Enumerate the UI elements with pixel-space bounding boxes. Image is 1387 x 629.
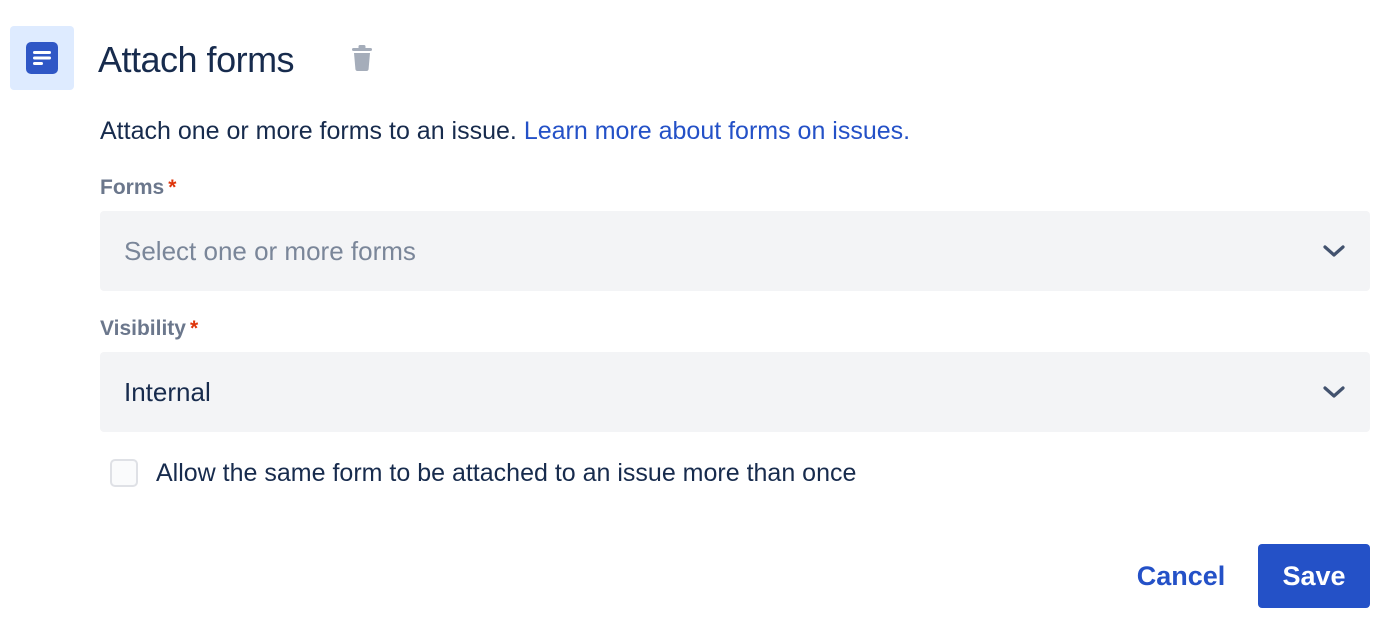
attach-forms-panel: Attach forms Attach one or more forms to… (0, 0, 1387, 629)
description: Attach one or more forms to an issue. Le… (100, 114, 910, 148)
forms-label: Forms * (100, 175, 176, 201)
cancel-button[interactable]: Cancel (1118, 544, 1244, 608)
forms-select-placeholder: Select one or more forms (124, 236, 416, 266)
save-button[interactable]: Save (1258, 544, 1370, 608)
allow-multiple-label[interactable]: Allow the same form to be attached to an… (156, 456, 856, 490)
allow-multiple-checkbox[interactable] (110, 459, 138, 487)
visibility-select[interactable]: Internal (100, 352, 1370, 432)
visibility-label: Visibility * (100, 316, 198, 342)
page-title: Attach forms (98, 39, 295, 80)
forms-select[interactable]: Select one or more forms (100, 211, 1370, 291)
forms-label-text: Forms (100, 176, 165, 199)
chevron-down-icon (1322, 239, 1346, 263)
chevron-down-icon (1322, 380, 1346, 404)
form-icon (26, 42, 58, 74)
learn-more-link[interactable]: Learn more about forms on issues. (524, 117, 910, 145)
description-text: Attach one or more forms to an issue. (100, 117, 524, 145)
allow-multiple-row: Allow the same form to be attached to an… (110, 456, 856, 490)
required-marker: * (189, 317, 199, 340)
visibility-select-value: Internal (124, 377, 211, 407)
required-marker: * (168, 176, 177, 199)
trash-icon[interactable] (349, 44, 375, 72)
form-icon-tile (10, 26, 74, 90)
visibility-label-text: Visibility (100, 317, 186, 340)
